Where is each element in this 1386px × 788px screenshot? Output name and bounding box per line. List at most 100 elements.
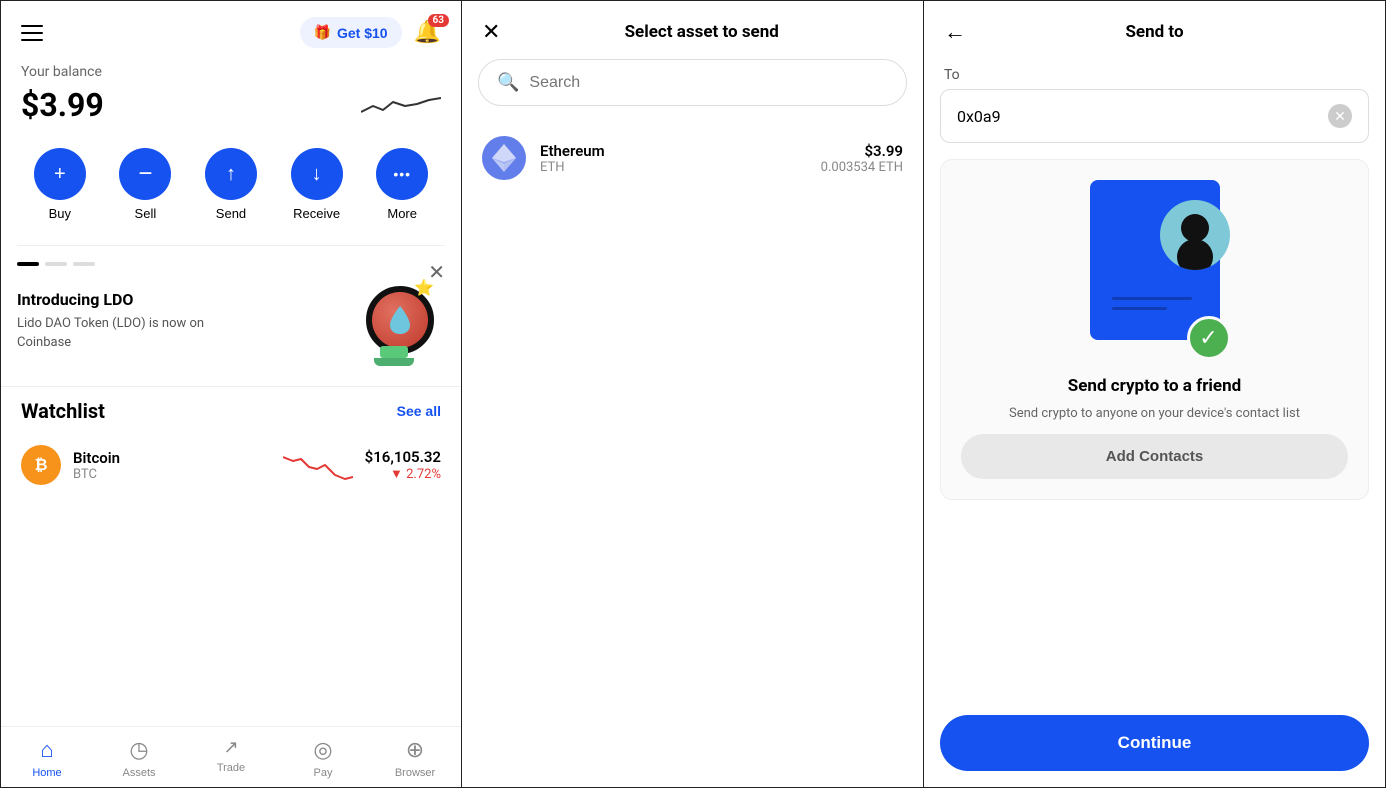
send-friend-card: ✓ Send crypto to a friend Send crypto to… [940, 159, 1369, 500]
avatar-head [1181, 214, 1209, 242]
bitcoin-info: Bitcoin BTC [73, 449, 271, 482]
gift-icon: 🎁 [314, 24, 331, 41]
watchlist-title: Watchlist [21, 399, 105, 423]
search-bar[interactable]: 🔍 [478, 59, 907, 106]
pay-nav-icon: ◎ [313, 737, 332, 763]
send-to-title: Send to [978, 22, 1331, 42]
receive-label: Receive [293, 206, 340, 221]
nav-browser[interactable]: ⊕ Browser [385, 737, 445, 779]
browser-nav-icon: ⊕ [406, 737, 424, 763]
action-buttons: + Buy − Sell ↑ Send ↓ Receive ••• More [1, 140, 461, 237]
ldo-droplet-icon [387, 304, 413, 336]
get-money-button[interactable]: 🎁 Get $10 [300, 17, 402, 48]
balance-section: Your balance $3.99 [1, 56, 461, 140]
header-right: 🎁 Get $10 🔔 63 [300, 17, 441, 48]
nav-home[interactable]: ⌂ Home [17, 737, 77, 779]
select-asset-panel: ✕ Select asset to send 🔍 Ethereum ETH $3… [462, 0, 924, 788]
ethereum-crypto-value: 0.003534 ETH [821, 160, 903, 175]
promo-description: Lido DAO Token (LDO) is now on Coinbase [17, 315, 217, 351]
promo-text: Introducing LDO Lido DAO Token (LDO) is … [17, 290, 217, 351]
send-friend-description: Send crypto to anyone on your device's c… [1009, 404, 1300, 424]
nav-assets[interactable]: ◷ Assets [109, 737, 169, 779]
see-all-button[interactable]: See all [397, 403, 441, 419]
address-input-wrap: 0x0a9 ✕ [940, 89, 1369, 143]
ethereum-name: Ethereum [540, 142, 807, 160]
promo-dots [17, 262, 445, 266]
assets-nav-icon: ◷ [129, 737, 148, 763]
nav-pay[interactable]: ◎ Pay [293, 737, 353, 779]
balance-row: $3.99 [21, 84, 441, 124]
contact-illustration: ✓ [1075, 180, 1235, 360]
nav-trade[interactable]: ↗ Trade [201, 737, 261, 779]
ethereum-asset-row[interactable]: Ethereum ETH $3.99 0.003534 ETH [462, 122, 923, 194]
select-asset-header: ✕ Select asset to send [462, 1, 923, 59]
trade-nav-label: Trade [217, 762, 245, 774]
search-input[interactable] [529, 74, 888, 92]
trade-nav-icon: ↗ [223, 737, 238, 758]
receive-button[interactable]: ↓ Receive [291, 148, 343, 221]
bitcoin-price: $16,105.32 [365, 448, 441, 466]
eth-symbol-icon [492, 144, 516, 172]
sell-icon: − [119, 148, 171, 200]
home-panel: 🎁 Get $10 🔔 63 Your balance $3.99 + Buy … [0, 0, 462, 788]
send-button[interactable]: ↑ Send [205, 148, 257, 221]
ethereum-icon [482, 136, 526, 180]
buy-button[interactable]: + Buy [34, 148, 86, 221]
book-line-2 [1112, 307, 1167, 310]
ethereum-info: Ethereum ETH [540, 142, 807, 175]
more-button[interactable]: ••• More [376, 148, 428, 221]
ethereum-price-info: $3.99 0.003534 ETH [821, 142, 903, 175]
browser-nav-label: Browser [395, 767, 435, 779]
more-label: More [387, 206, 417, 221]
select-asset-title: Select asset to send [500, 22, 903, 42]
promo-dot-2 [45, 262, 67, 266]
back-button[interactable]: ← [944, 19, 966, 45]
balance-amount: $3.99 [21, 86, 104, 124]
home-nav-icon: ⌂ [40, 737, 53, 763]
sell-button[interactable]: − Sell [119, 148, 171, 221]
home-header: 🎁 Get $10 🔔 63 [1, 1, 461, 56]
home-nav-label: Home [32, 767, 61, 779]
promo-dot-1 [17, 262, 39, 266]
add-contacts-button[interactable]: Add Contacts [961, 434, 1348, 479]
get-money-label: Get $10 [337, 25, 388, 41]
bitcoin-chart [283, 447, 353, 483]
hamburger-icon [21, 25, 43, 41]
hamburger-button[interactable] [21, 25, 43, 41]
ethereum-symbol: ETH [540, 160, 807, 175]
watchlist-section: Watchlist See all ₿ Bitcoin BTC $16,105.… [1, 386, 461, 501]
bitcoin-icon: ₿ [21, 445, 61, 485]
avatar-body [1177, 239, 1213, 270]
bitcoin-symbol: BTC [73, 467, 271, 482]
buy-icon: + [34, 148, 86, 200]
sell-label: Sell [135, 206, 157, 221]
promo-image: ⭐ [355, 276, 445, 366]
ldo-star-icon: ⭐ [414, 278, 434, 297]
notification-badge: 63 [428, 14, 449, 27]
bitcoin-price-info: $16,105.32 ▼ 2.72% [365, 448, 441, 482]
more-icon: ••• [376, 148, 428, 200]
balance-sparkline [361, 84, 441, 124]
to-label: To [924, 59, 1385, 89]
promo-title: Introducing LDO [17, 290, 217, 309]
send-icon: ↑ [205, 148, 257, 200]
pay-nav-label: Pay [314, 767, 333, 779]
send-friend-title: Send crypto to a friend [1068, 376, 1241, 396]
send-to-header: ← Send to [924, 1, 1385, 59]
bitcoin-name: Bitcoin [73, 449, 271, 467]
watchlist-header: Watchlist See all [21, 399, 441, 423]
balance-label: Your balance [21, 64, 441, 80]
address-value: 0x0a9 [957, 107, 1001, 126]
bitcoin-change: ▼ 2.72% [365, 466, 441, 482]
notification-bell[interactable]: 🔔 63 [414, 20, 441, 45]
clear-address-button[interactable]: ✕ [1328, 104, 1352, 128]
promo-card: ✕ Introducing LDO Lido DAO Token (LDO) i… [17, 245, 445, 378]
bitcoin-row[interactable]: ₿ Bitcoin BTC $16,105.32 ▼ 2.72% [21, 437, 441, 493]
continue-button[interactable]: Continue [940, 715, 1369, 771]
promo-content: Introducing LDO Lido DAO Token (LDO) is … [17, 276, 445, 366]
receive-icon: ↓ [291, 148, 343, 200]
buy-label: Buy [49, 206, 71, 221]
close-button[interactable]: ✕ [482, 19, 500, 45]
avatar-circle [1160, 200, 1230, 270]
assets-nav-label: Assets [122, 767, 155, 779]
